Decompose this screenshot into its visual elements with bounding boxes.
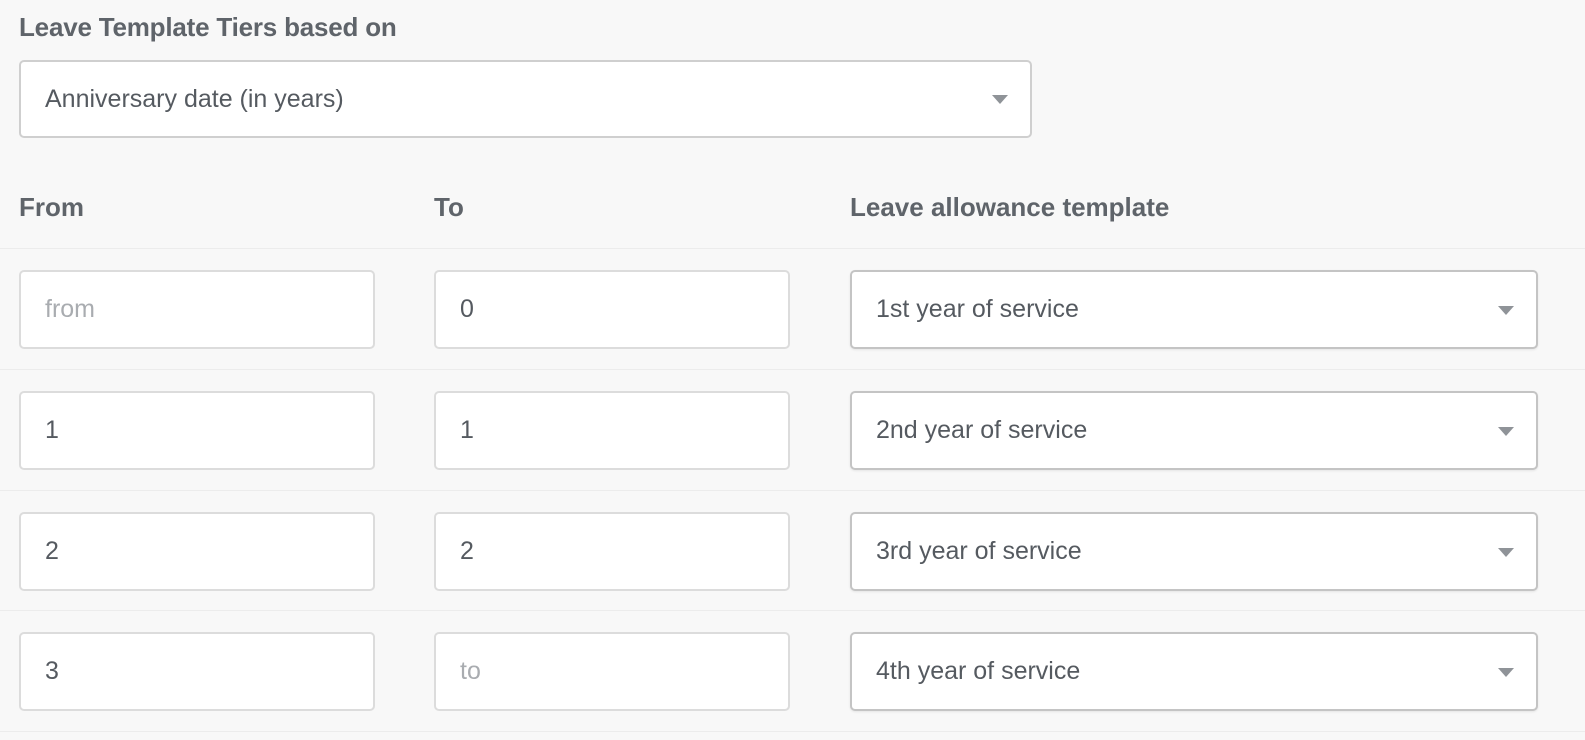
chevron-down-icon [1498, 426, 1514, 436]
tier-basis-select-value: Anniversary date (in years) [45, 84, 344, 113]
chevron-down-icon [992, 95, 1008, 104]
tier-row: 4th year of service [0, 610, 1585, 731]
leave-tiers-form: Leave Template Tiers based on Anniversar… [0, 0, 1585, 740]
tier-template-select[interactable]: 4th year of service [850, 632, 1538, 711]
tier-to-input[interactable] [434, 270, 790, 349]
chevron-down-icon [1498, 305, 1514, 315]
tier-row: 1st year of service [0, 248, 1585, 369]
column-header-template: Leave allowance template [850, 192, 1170, 222]
tier-template-select-value: 1st year of service [876, 295, 1079, 323]
divider [0, 731, 1585, 732]
tier-template-select-value: 2nd year of service [876, 416, 1088, 444]
tier-basis-label: Leave Template Tiers based on [19, 12, 397, 42]
tier-row: 3rd year of service [0, 490, 1585, 611]
column-header-to: To [434, 192, 464, 222]
chevron-down-icon [1498, 667, 1514, 677]
tier-from-input[interactable] [19, 391, 375, 470]
tier-template-select[interactable]: 3rd year of service [850, 512, 1538, 591]
tier-from-input[interactable] [19, 632, 375, 711]
tier-to-input[interactable] [434, 512, 790, 591]
tier-row: 2nd year of service [0, 369, 1585, 490]
tier-template-select-value: 3rd year of service [876, 537, 1082, 565]
tier-template-select[interactable]: 2nd year of service [850, 391, 1538, 470]
tier-from-input[interactable] [19, 270, 375, 349]
tier-to-input[interactable] [434, 391, 790, 470]
column-header-from: From [19, 192, 84, 222]
tier-to-input[interactable] [434, 632, 790, 711]
chevron-down-icon [1498, 547, 1514, 557]
tier-template-select[interactable]: 1st year of service [850, 270, 1538, 349]
tier-template-select-value: 4th year of service [876, 657, 1081, 685]
tier-from-input[interactable] [19, 512, 375, 591]
tier-basis-select[interactable]: Anniversary date (in years) [19, 60, 1032, 138]
